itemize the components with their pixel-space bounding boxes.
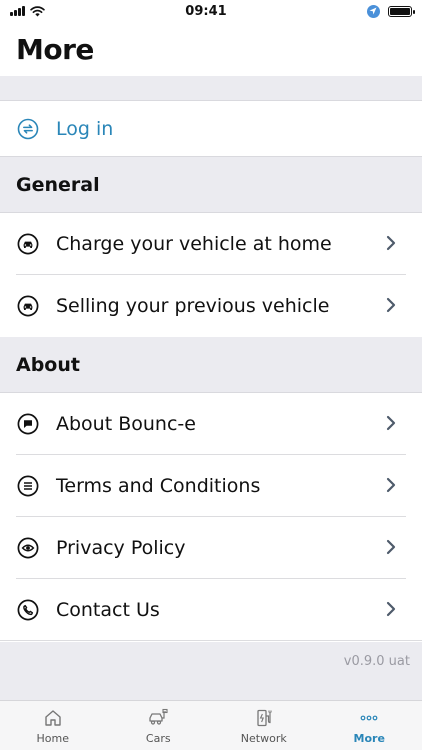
menu-item-label: Privacy Policy — [56, 537, 186, 559]
chevron-right-icon — [386, 235, 396, 251]
menu-item-charge-at-home[interactable]: Charge your vehicle at home — [0, 213, 422, 275]
login-label: Log in — [56, 117, 114, 140]
version-footer: v0.9.0 uat — [0, 642, 422, 700]
section-title-about: About — [16, 353, 80, 376]
car-icon — [16, 294, 40, 318]
status-right — [366, 4, 415, 18]
login-sync-icon — [16, 117, 40, 141]
car-icon — [16, 232, 40, 256]
chevron-right-icon — [386, 297, 396, 313]
status-left — [10, 5, 45, 17]
menu-item-label: Contact Us — [56, 599, 160, 621]
tab-label: Home — [36, 732, 69, 745]
phone-icon — [16, 598, 40, 622]
list-icon — [16, 474, 40, 498]
version-label: v0.9.0 uat — [343, 654, 410, 669]
chevron-right-icon — [386, 601, 396, 617]
signal-icon — [10, 6, 25, 16]
chevron-right-icon — [386, 415, 396, 431]
section-header-about: About — [0, 337, 422, 393]
section-header-general: General — [0, 157, 422, 213]
login-row[interactable]: Log in — [0, 101, 422, 157]
menu-item-label: Charge your vehicle at home — [56, 233, 332, 255]
section-title-general: General — [16, 173, 100, 196]
menu-item-label: About Bounc-e — [56, 413, 196, 435]
more-dots-icon — [360, 715, 378, 721]
tab-bar: Home Cars Network More — [0, 700, 422, 750]
cars-icon — [149, 708, 168, 725]
menu-item-privacy[interactable]: Privacy Policy — [0, 517, 422, 579]
chat-bubble-icon — [16, 412, 40, 436]
spacer-band — [0, 76, 422, 101]
location-arrow-icon — [366, 4, 380, 18]
tab-label: Network — [240, 732, 287, 745]
menu-item-terms[interactable]: Terms and Conditions — [0, 455, 422, 517]
menu-item-about[interactable]: About Bounc-e — [0, 393, 422, 455]
wifi-icon — [30, 5, 45, 16]
tab-network[interactable]: Network — [211, 701, 317, 750]
menu-item-contact[interactable]: Contact Us — [0, 579, 422, 641]
tab-more[interactable]: More — [317, 701, 422, 750]
page-header: More — [0, 22, 422, 76]
eye-icon — [16, 536, 40, 560]
chevron-right-icon — [386, 539, 396, 555]
page-title: More — [16, 32, 94, 66]
tab-home[interactable]: Home — [0, 701, 106, 750]
menu-item-label: Terms and Conditions — [56, 475, 261, 497]
tab-cars[interactable]: Cars — [106, 701, 212, 750]
tab-label: More — [353, 732, 385, 745]
charger-icon — [257, 709, 272, 727]
chevron-right-icon — [386, 477, 396, 493]
menu-item-selling-vehicle[interactable]: Selling your previous vehicle — [0, 275, 422, 337]
row-divider — [0, 640, 422, 641]
status-time: 09:41 — [185, 3, 227, 19]
menu-item-label: Selling your previous vehicle — [56, 295, 330, 317]
home-icon — [45, 710, 61, 726]
status-bar: 09:41 — [0, 0, 422, 22]
battery-icon — [387, 5, 415, 17]
tab-label: Cars — [145, 732, 171, 745]
